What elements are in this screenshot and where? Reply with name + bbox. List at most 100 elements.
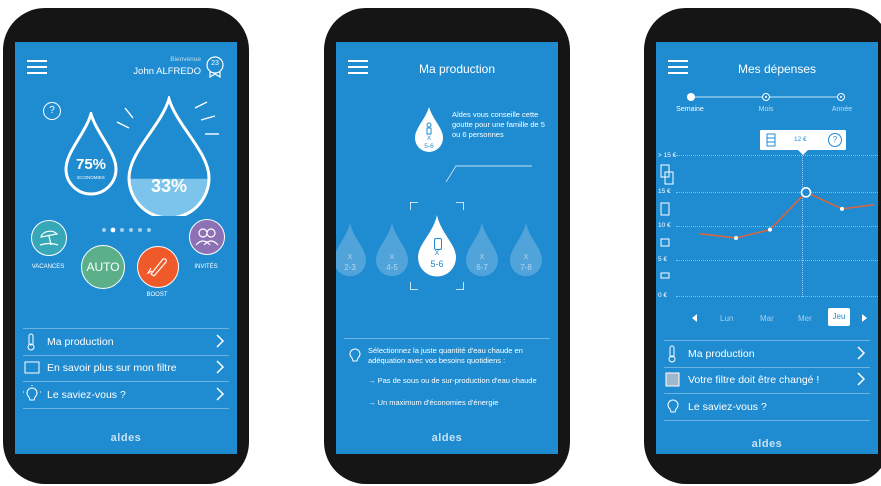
selected-day-label: Jeu <box>832 312 846 321</box>
period-track <box>687 93 845 101</box>
info-bullet-2: → Un maximum d'économies d'énergie <box>368 398 499 407</box>
brand-logo: aldes <box>110 432 142 444</box>
notification-badge[interactable]: 23 <box>205 56 225 79</box>
drop-x: X <box>479 253 485 261</box>
help-button[interactable]: ? <box>43 102 61 120</box>
expense-line-chart <box>699 187 875 240</box>
menu-item-label: En savoir plus sur mon filtre <box>47 362 177 374</box>
chevron-right-icon <box>216 387 225 401</box>
user-name: John ALFREDO <box>133 66 201 77</box>
chevron-right-icon <box>216 334 225 348</box>
info-text: Sélectionnez la juste quantité d'eau cha… <box>368 346 523 365</box>
thermometer-icon <box>668 345 676 363</box>
drop-x: X <box>347 253 353 261</box>
chevron-right-icon <box>857 346 866 360</box>
drop-option[interactable]: X 7-8 <box>509 222 543 280</box>
thermometer-icon <box>27 333 35 351</box>
data-point[interactable] <box>734 235 738 240</box>
boost-label: BOOST <box>146 292 168 298</box>
guests-button[interactable] <box>189 219 225 255</box>
drop-range: 4-5 <box>386 262 398 272</box>
menu-item-filter-alert[interactable]: Votre filtre doit être changé ! <box>664 367 870 394</box>
menu-item-production[interactable]: Ma production <box>23 328 229 356</box>
drop-range: 7-8 <box>520 262 532 272</box>
welcome-text: Bienvenue <box>170 56 201 63</box>
drop-range: 6-7 <box>476 262 488 272</box>
boost-button[interactable] <box>137 246 179 288</box>
chevron-right-icon <box>216 360 225 374</box>
day-next[interactable] <box>862 314 867 322</box>
menu-item-label: Le saviez-vous ? <box>47 389 126 401</box>
tooltip-value: 12 € <box>794 136 807 143</box>
page-title: Ma production <box>418 62 496 76</box>
drop-x: X <box>523 253 529 261</box>
savings-label: ECONOMIES <box>77 175 105 180</box>
drop-option[interactable]: X 6-7 <box>465 222 499 280</box>
chart-area: > 15 € 15 € 10 € 5 € 0 € <box>656 152 878 302</box>
brand-logo: aldes <box>431 432 463 444</box>
savings-percent: 75% <box>75 156 107 173</box>
phone-home: Bienvenue John ALFREDO 23 ? 75% ECONOMIE… <box>3 8 249 484</box>
day-wed[interactable]: Mer <box>798 314 812 323</box>
guests-icon <box>195 228 219 246</box>
selection-frame <box>410 202 464 290</box>
sparkle-lines <box>116 101 219 135</box>
drop-option[interactable]: X 2-3 <box>336 222 367 280</box>
menu-icon[interactable] <box>27 60 47 74</box>
menu-item-did-you-know[interactable]: Le saviez-vous ? <box>664 394 870 421</box>
menu-item-label: Le saviez-vous ? <box>688 401 767 413</box>
day-tue[interactable]: Mar <box>760 314 774 323</box>
auto-button[interactable]: AUTO <box>81 245 125 289</box>
level-percent: 33% <box>150 176 188 196</box>
data-point[interactable] <box>840 206 844 211</box>
advice-drop-range: 5-6 <box>424 143 434 150</box>
badge-count: 23 <box>211 60 219 67</box>
pager-dots-icon <box>102 227 151 233</box>
advice-text: Aldes vous conseille cette goutte pour u… <box>452 110 545 139</box>
coins-icon <box>766 133 776 147</box>
day-prev[interactable] <box>692 314 697 322</box>
menu-item-label: Ma production <box>688 348 755 360</box>
period-month[interactable]: Mois <box>746 106 786 113</box>
brand-logo: aldes <box>751 438 783 450</box>
bulb-icon <box>23 385 41 401</box>
day-mon[interactable]: Lun <box>720 314 733 323</box>
drop-x: X <box>389 253 395 261</box>
value-tooltip: 12 € ? <box>760 130 846 155</box>
menu-item-filter[interactable]: En savoir plus sur mon filtre <box>23 355 229 382</box>
data-point[interactable] <box>800 187 812 198</box>
info-bullet-1: → Pas de sous ou de sur-production d'eau… <box>368 376 537 385</box>
filter-icon <box>665 372 680 387</box>
auto-label: AUTO <box>86 260 120 274</box>
period-year[interactable]: Année <box>822 106 862 113</box>
home-screen: Bienvenue John ALFREDO 23 ? 75% ECONOMIE… <box>15 42 237 454</box>
help-label: ? <box>49 105 55 116</box>
pager-dots[interactable] <box>101 220 161 233</box>
vacation-button[interactable] <box>31 220 67 256</box>
bulb-icon <box>667 399 679 413</box>
advice-drop-x: X <box>426 136 431 142</box>
tooltip-help[interactable]: ? <box>828 133 842 147</box>
beach-icon <box>39 230 59 246</box>
menu-item-did-you-know[interactable]: Le saviez-vous ? <box>23 382 229 409</box>
drop-range: 2-3 <box>344 262 356 272</box>
drop-option[interactable]: X 4-5 <box>375 222 409 280</box>
guests-label: INVITÉS <box>194 264 218 270</box>
phone-production: Ma production X 5-6 Aldes vous conseille… <box>324 8 570 484</box>
rocket-icon <box>146 258 167 277</box>
advice-pointer <box>445 165 532 183</box>
chevron-right-icon <box>857 372 866 386</box>
menu-item-production[interactable]: Ma production <box>664 340 870 368</box>
production-screen: Ma production X 5-6 Aldes vous conseille… <box>336 42 558 454</box>
page-title: Mes dépenses <box>737 62 817 76</box>
info-block <box>344 338 550 339</box>
data-point[interactable] <box>768 227 772 232</box>
filter-icon <box>24 361 40 374</box>
period-week[interactable]: Semaine <box>670 106 710 113</box>
phone-expenses: Mes dépenses Semaine Mois Année 12 € ? >… <box>644 8 881 484</box>
bulb-icon <box>349 348 361 362</box>
day-thu-selected[interactable]: Jeu <box>828 308 850 326</box>
vacation-label: VACANCES <box>31 264 65 270</box>
expenses-screen: Mes dépenses Semaine Mois Année 12 € ? >… <box>656 42 878 454</box>
menu-item-label: Votre filtre doit être changé ! <box>688 374 820 386</box>
